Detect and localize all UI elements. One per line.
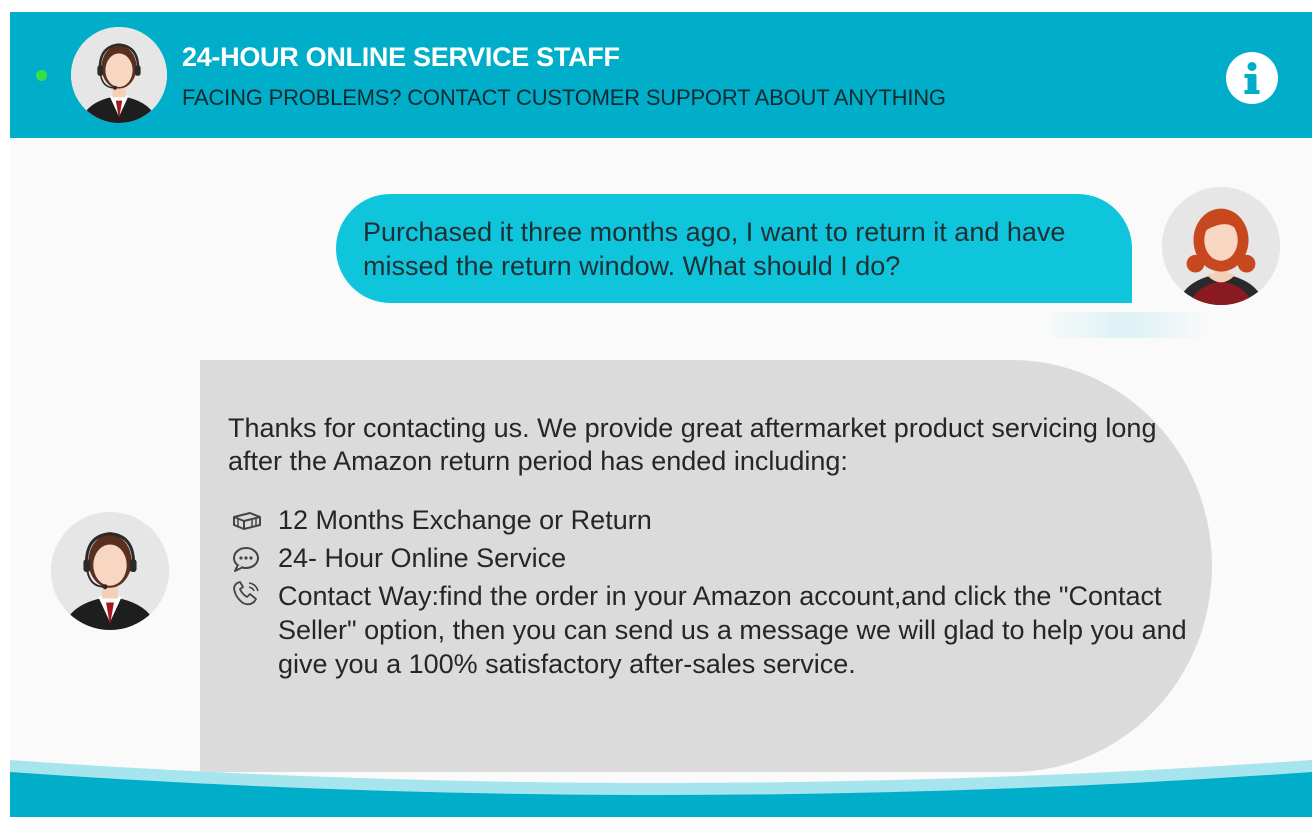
feature-list: 12 Months Exchange or Return 24- Hour On… [228, 503, 1188, 685]
info-button[interactable] [1226, 52, 1278, 104]
chat-window: 24-HOUR ONLINE SERVICE STAFF FACING PROB… [10, 12, 1312, 817]
info-icon [1244, 62, 1260, 94]
feature-item-online-service: 24- Hour Online Service [228, 541, 1188, 575]
agent-message-bubble: Thanks for contacting us. We provide gre… [200, 360, 1212, 772]
customer-avatar-icon [1162, 187, 1280, 305]
user-message-text: Purchased it three months ago, I want to… [363, 217, 1066, 281]
feature-text: 12 Months Exchange or Return [278, 505, 652, 535]
agent-avatar [51, 512, 169, 630]
agent-avatar-header [71, 27, 167, 123]
feature-text: Contact Way:find the order in your Amazo… [278, 581, 1187, 679]
user-message-bubble: Purchased it three months ago, I want to… [336, 194, 1132, 303]
decorative-shadow [1040, 312, 1210, 338]
online-status-dot [36, 70, 47, 81]
chat-header: 24-HOUR ONLINE SERVICE STAFF FACING PROB… [10, 12, 1312, 138]
header-subtitle: FACING PROBLEMS? CONTACT CUSTOMER SUPPOR… [182, 85, 946, 110]
feature-item-exchange: 12 Months Exchange or Return [228, 503, 1188, 537]
agent-intro-text: Thanks for contacting us. We provide gre… [228, 413, 1157, 476]
feature-item-contact-way: Contact Way:find the order in your Amazo… [228, 579, 1188, 681]
bottom-wave-decoration [10, 760, 1312, 817]
money-icon [233, 512, 261, 530]
chat-icon [233, 547, 259, 572]
feature-text: 24- Hour Online Service [278, 543, 567, 573]
phone-icon [233, 581, 259, 606]
agent-avatar-icon [51, 512, 169, 630]
customer-avatar [1162, 187, 1280, 305]
agent-avatar-icon [71, 27, 167, 123]
header-title: 24-HOUR ONLINE SERVICE STAFF [182, 42, 620, 72]
